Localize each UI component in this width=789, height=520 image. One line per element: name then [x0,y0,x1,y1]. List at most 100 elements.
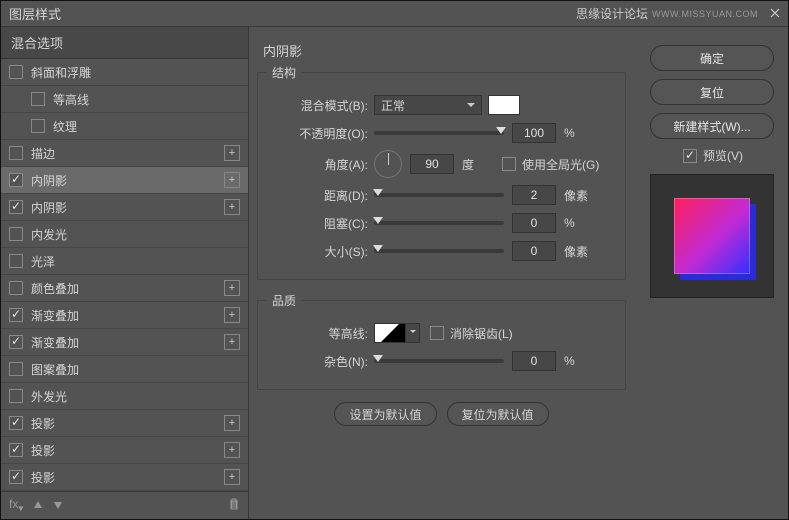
size-label: 大小(S): [266,243,368,260]
add-effect-icon[interactable]: + [224,172,240,188]
effect-item[interactable]: 光泽 [1,248,248,275]
brand-url: WWW.MISSYUAN.COM [652,9,758,19]
effect-label: 内阴影 [31,199,67,216]
ok-button[interactable]: 确定 [650,45,774,71]
effect-label: 内阴影 [31,172,67,189]
blend-mode-select[interactable]: 正常 [374,95,482,115]
opacity-slider[interactable] [374,131,504,135]
trash-icon[interactable] [228,498,240,513]
distance-slider[interactable] [374,193,504,197]
structure-group: 结构 混合模式(B): 正常 不透明度(O): % 角度(A): 度 [257,64,626,280]
contour-label: 等高线: [266,325,368,342]
effect-item[interactable]: 纹理 [1,113,248,140]
close-icon[interactable] [770,7,780,21]
new-style-button[interactable]: 新建样式(W)... [650,113,774,139]
noise-slider[interactable] [374,359,504,363]
preview-box [650,174,774,298]
effect-item[interactable]: 投影 + [1,410,248,437]
effect-item[interactable]: 颜色叠加 + [1,275,248,302]
effect-checkbox[interactable] [9,200,23,214]
effect-item[interactable]: 描边+ [1,140,248,167]
angle-dial[interactable] [374,150,402,178]
quality-legend: 品质 [266,292,302,309]
effect-item[interactable]: 投影 + [1,437,248,464]
contour-dropdown[interactable] [406,323,420,343]
effect-checkbox[interactable] [9,308,23,322]
effect-item[interactable]: 渐变叠加+ [1,329,248,356]
add-effect-icon[interactable]: + [224,442,240,458]
size-input[interactable] [512,241,556,261]
size-slider[interactable] [374,249,504,253]
effect-checkbox[interactable] [31,119,45,133]
effect-label: 纹理 [53,118,77,135]
color-swatch[interactable] [488,95,520,115]
distance-input[interactable] [512,185,556,205]
right-panel: 确定 复位 新建样式(W)... 预览(V) [638,27,788,519]
effect-checkbox[interactable] [9,281,23,295]
blend-options-header[interactable]: 混合选项 [1,27,248,59]
effect-checkbox[interactable] [9,65,23,79]
effect-checkbox[interactable] [9,443,23,457]
add-effect-icon[interactable]: + [224,469,240,485]
blend-mode-label: 混合模式(B): [266,97,368,114]
titlebar: 图层样式 思缘设计论坛 WWW.MISSYUAN.COM [1,1,788,27]
angle-label: 角度(A): [266,156,368,173]
reset-default-button[interactable]: 复位为默认值 [447,402,549,426]
effect-checkbox[interactable] [9,362,23,376]
add-effect-icon[interactable]: + [224,334,240,350]
layer-style-dialog: 图层样式 思缘设计论坛 WWW.MISSYUAN.COM 混合选项 斜面和浮雕等… [0,0,789,520]
effects-footer: fx▾ [1,491,248,519]
contour-swatch[interactable] [374,323,406,343]
global-light-checkbox[interactable]: 使用全局光(G) [502,156,599,173]
effect-checkbox[interactable] [9,146,23,160]
effect-item[interactable]: 等高线 [1,86,248,113]
effect-checkbox[interactable] [9,470,23,484]
effect-item[interactable]: 渐变叠加 + [1,302,248,329]
effect-label: 投影 [31,415,55,432]
effect-item[interactable]: 内发光 [1,221,248,248]
brand-name: 思缘设计论坛 [576,5,648,22]
effect-item[interactable]: 斜面和浮雕 [1,59,248,86]
angle-input[interactable] [410,154,454,174]
noise-input[interactable] [512,351,556,371]
panel-title: 内阴影 [263,41,626,60]
effect-checkbox[interactable] [9,416,23,430]
effect-item[interactable]: 内阴影 + [1,194,248,221]
effect-item[interactable]: 投影+ [1,464,248,491]
effect-checkbox[interactable] [9,335,23,349]
choke-unit: % [564,216,594,230]
cancel-button[interactable]: 复位 [650,79,774,105]
choke-slider[interactable] [374,221,504,225]
effect-label: 外发光 [31,388,67,405]
settings-panel: 内阴影 结构 混合模式(B): 正常 不透明度(O): % 角度(A): [249,27,638,519]
move-down-icon[interactable] [53,499,63,513]
effect-item[interactable]: 图案叠加 [1,356,248,383]
effect-label: 颜色叠加 [31,280,79,297]
effect-checkbox[interactable] [9,173,23,187]
effect-checkbox[interactable] [31,92,45,106]
window-title: 图层样式 [9,4,576,23]
preview-checkbox[interactable]: 预览(V) [650,147,776,164]
effect-label: 投影 [31,442,55,459]
add-effect-icon[interactable]: + [224,199,240,215]
add-effect-icon[interactable]: + [224,145,240,161]
noise-unit: % [564,354,594,368]
antialias-checkbox[interactable]: 消除锯齿(L) [430,325,513,342]
add-effect-icon[interactable]: + [224,280,240,296]
move-up-icon[interactable] [33,499,43,513]
effect-checkbox[interactable] [9,227,23,241]
add-effect-icon[interactable]: + [224,415,240,431]
distance-unit: 像素 [564,187,594,204]
effect-item[interactable]: 外发光 [1,383,248,410]
effect-checkbox[interactable] [9,389,23,403]
effect-item[interactable]: 内阴影 + [1,167,248,194]
fx-icon[interactable]: fx▾ [9,497,23,514]
quality-group: 品质 等高线: 消除锯齿(L) 杂色(N): % [257,292,626,390]
opacity-input[interactable] [512,123,556,143]
effect-label: 图案叠加 [31,361,79,378]
effect-label: 渐变叠加 [31,307,79,324]
add-effect-icon[interactable]: + [224,307,240,323]
effect-checkbox[interactable] [9,254,23,268]
choke-input[interactable] [512,213,556,233]
make-default-button[interactable]: 设置为默认值 [334,402,436,426]
